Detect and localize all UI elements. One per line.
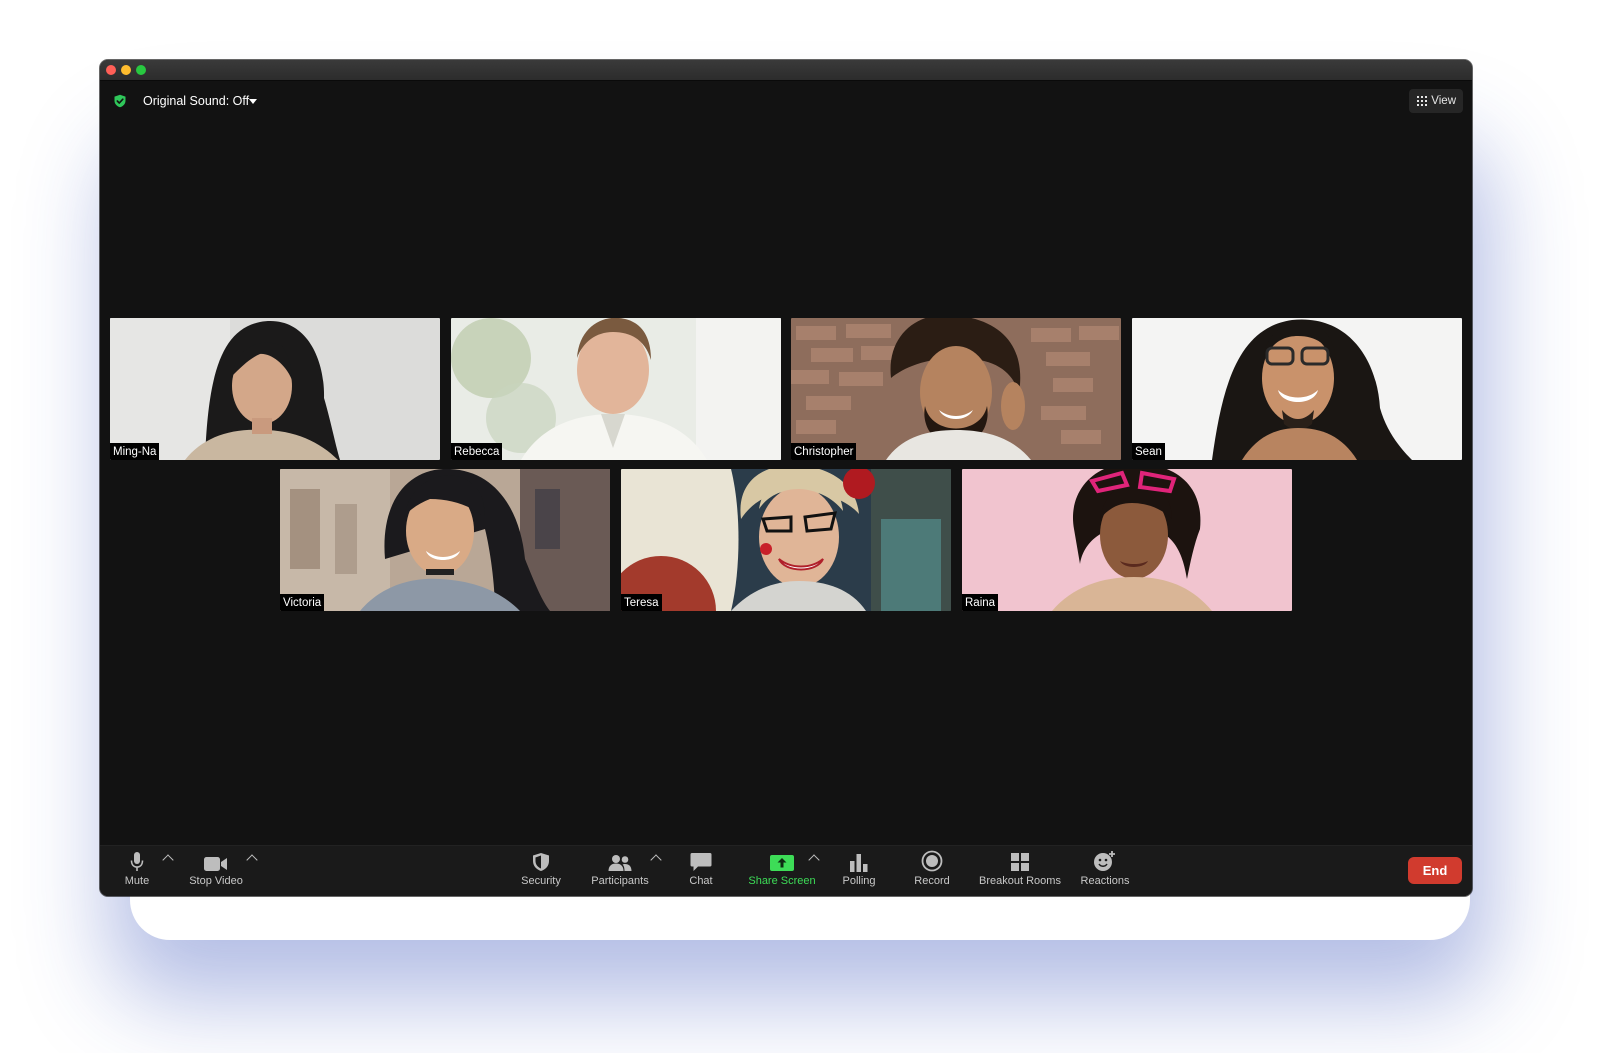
chat-label: Chat	[689, 875, 713, 887]
participant-name-label: Victoria	[280, 594, 325, 611]
meeting-top-bar: Original Sound: Off View	[100, 80, 1472, 122]
participants-label: Participants	[591, 875, 649, 887]
participant-video-image	[110, 318, 440, 460]
chat-button[interactable]: Chat	[684, 850, 718, 887]
chevron-down-icon[interactable]	[249, 99, 257, 104]
participants-button[interactable]: Participants	[588, 850, 652, 887]
record-button[interactable]: Record	[912, 850, 952, 887]
participant-name-label: Christopher	[791, 443, 857, 460]
title-bar	[100, 60, 1472, 81]
close-window-button[interactable]	[106, 65, 116, 75]
grid-icon	[1417, 96, 1428, 106]
participant-video-image	[621, 469, 951, 611]
stop-video-label: Stop Video	[189, 875, 243, 887]
participant-video-image	[791, 318, 1121, 460]
original-sound-toggle[interactable]: Original Sound: Off	[143, 94, 249, 108]
share-screen-icon	[770, 855, 794, 871]
mute-button[interactable]: Mute	[120, 850, 154, 887]
audio-options-chevron-icon[interactable]	[162, 854, 174, 866]
chat-bubble-icon	[690, 853, 712, 871]
participant-video-image	[280, 469, 610, 611]
video-tile-teresa[interactable]: Teresa	[621, 469, 951, 611]
participant-video-image	[451, 318, 781, 460]
mute-label: Mute	[124, 875, 150, 887]
video-tile-ming-na[interactable]: Ming-Na	[110, 318, 440, 460]
security-label: Security	[521, 875, 561, 887]
end-meeting-button[interactable]: End	[1408, 857, 1462, 884]
breakout-rooms-label: Breakout Rooms	[979, 875, 1061, 887]
view-label: View	[1431, 95, 1456, 107]
shield-check-icon[interactable]	[113, 94, 127, 108]
view-button[interactable]: View	[1409, 89, 1463, 113]
participant-name-label: Ming-Na	[110, 443, 160, 460]
polling-button[interactable]: Polling	[838, 850, 880, 887]
smiley-plus-icon	[1094, 851, 1115, 871]
participant-name-label: Sean	[1132, 443, 1165, 460]
reactions-label: Reactions	[1080, 875, 1130, 887]
video-tile-sean[interactable]: Sean	[1132, 318, 1462, 460]
video-camera-icon	[204, 857, 227, 871]
participants-options-chevron-icon[interactable]	[650, 854, 662, 866]
participant-name-label: Rebecca	[451, 443, 503, 460]
meeting-window: Original Sound: Off View Ming-Na Rebecca…	[100, 60, 1472, 896]
record-icon	[921, 850, 943, 872]
share-screen-label: Share Screen	[748, 875, 816, 887]
record-label: Record	[914, 875, 950, 887]
participant-video-image	[1132, 318, 1462, 460]
participant-name-label: Teresa	[621, 594, 662, 611]
shield-icon	[533, 853, 549, 871]
share-screen-button[interactable]: Share Screen	[746, 850, 818, 887]
breakout-rooms-button[interactable]: Breakout Rooms	[978, 850, 1062, 887]
minimize-window-button[interactable]	[121, 65, 131, 75]
bar-chart-icon	[850, 854, 868, 872]
meeting-toolbar: Mute Stop Video Security Participants Ch…	[100, 845, 1472, 896]
microphone-icon	[130, 852, 144, 871]
polling-label: Polling	[842, 875, 876, 887]
video-tile-victoria[interactable]: Victoria	[280, 469, 610, 611]
video-tile-raina[interactable]: Raina	[962, 469, 1292, 611]
stop-video-button[interactable]: Stop Video	[188, 850, 244, 887]
reactions-button[interactable]: Reactions	[1080, 850, 1130, 887]
zoom-window-button[interactable]	[136, 65, 146, 75]
video-tile-rebecca[interactable]: Rebecca	[451, 318, 781, 460]
participant-video-image	[962, 469, 1292, 611]
people-icon	[608, 855, 632, 871]
security-button[interactable]: Security	[516, 850, 566, 887]
grid-squares-icon	[1011, 853, 1029, 871]
video-options-chevron-icon[interactable]	[246, 854, 258, 866]
participant-name-label: Raina	[962, 594, 999, 611]
video-tile-christopher[interactable]: Christopher	[791, 318, 1121, 460]
